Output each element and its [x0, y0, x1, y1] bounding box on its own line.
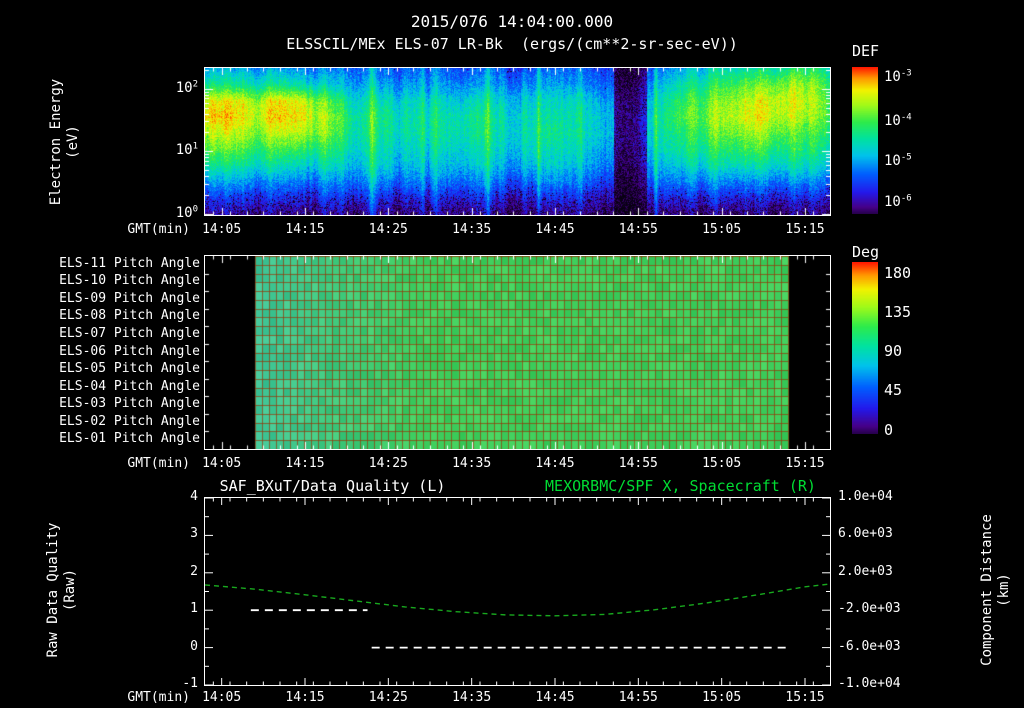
pitch-time-tick-label: 14:45: [535, 456, 575, 471]
pitch-time-tick-label: 15:15: [785, 456, 825, 471]
def-colorbar-tick-label: 10-3: [884, 68, 912, 85]
deg-colorbar-title: Deg: [852, 243, 880, 261]
distance-y-tick-label: 1.0e+04: [838, 489, 893, 504]
quality-y-tick-label: 4: [190, 489, 198, 504]
quality-time-tick-label: 14:55: [618, 690, 658, 705]
distance-y-tick-label: 6.0e+03: [838, 526, 893, 542]
def-colorbar-gradient: [852, 67, 878, 214]
pitch-row-label: ELS-09 Pitch Angle: [59, 290, 200, 306]
quality-distance-plot-area: [204, 497, 831, 686]
spectrogram-gmt-axis-label: GMT(min): [127, 222, 190, 237]
def-colorbar-tick-label: 10-6: [884, 192, 912, 210]
pitch-row-label: ELS-08 Pitch Angle: [59, 308, 200, 324]
spectrogram-time-tick-label: 14:55: [618, 222, 658, 237]
pitch-row-label: ELS-10 Pitch Angle: [59, 273, 200, 289]
quality-y-tick-label: 0: [190, 638, 198, 654]
els-science-data-display: 2015/076 14:04:00.000 ELSSCIL/MEx ELS-07…: [0, 0, 1024, 708]
quality-y-axis-label-line2: (Raw): [62, 568, 78, 612]
deg-colorbar-tick-label: 180: [884, 264, 912, 283]
pitch-time-tick-label: 14:05: [202, 456, 242, 471]
deg-colorbar-tick-label: 0: [884, 420, 894, 439]
distance-y-axis-label: Component Distance (km): [979, 480, 1013, 700]
distance-y-axis-label-line1: Component Distance: [979, 514, 995, 666]
quality-time-tick-label: 15:05: [702, 690, 742, 705]
quality-time-tick-label: 15:15: [785, 690, 825, 705]
spacecraft-series-title: MEXORBMC/SPF X, Spacecraft (R): [545, 477, 816, 495]
spectrogram-plot-area: [204, 67, 831, 216]
deg-colorbar-tick-label: 135: [884, 303, 912, 322]
pitch-angle-canvas: [205, 256, 830, 449]
pitch-row-label: ELS-04 Pitch Angle: [59, 378, 200, 394]
pitch-angle-plot-area: [204, 255, 831, 450]
pitch-row-label: ELS-03 Pitch Angle: [59, 396, 200, 412]
spectrogram-y-axis-label-line1: Electron Energy: [48, 78, 64, 206]
def-colorbar-tick-label: 10-5: [884, 152, 912, 170]
distance-y-tick-label: 2.0e+03: [838, 563, 893, 579]
timestamp-title: 2015/076 14:04:00.000: [410, 12, 614, 31]
distance-y-tick-label: -1.0e+04: [838, 676, 901, 691]
quality-y-tick-label: 2: [190, 563, 198, 579]
quality-distance-chart: [205, 498, 830, 685]
pitch-gmt-axis-label: GMT(min): [127, 456, 190, 471]
spectrogram-time-tick-label: 14:35: [452, 222, 492, 237]
pitch-row-label: ELS-02 Pitch Angle: [59, 413, 200, 429]
spectrogram-canvas: [205, 68, 830, 215]
spectrogram-time-tick-label: 15:15: [785, 222, 825, 237]
spectrogram-time-tick-label: 15:05: [702, 222, 742, 237]
pitch-row-label: ELS-07 Pitch Angle: [59, 325, 200, 341]
quality-time-tick-label: 14:15: [285, 690, 325, 705]
distance-y-tick-label: -6.0e+03: [838, 638, 901, 654]
spectrogram-time-tick-label: 14:15: [285, 222, 325, 237]
quality-time-tick-label: 14:45: [535, 690, 575, 705]
pitch-row-label: ELS-06 Pitch Angle: [59, 343, 200, 359]
quality-series-title: SAF_BXuT/Data Quality (L): [219, 477, 446, 495]
spectrogram-y-tick-label: 102: [175, 79, 198, 96]
pitch-row-label: ELS-05 Pitch Angle: [59, 361, 200, 377]
spectrogram-time-tick-label: 14:25: [368, 222, 408, 237]
deg-colorbar-gradient: [852, 262, 878, 434]
quality-y-tick-label: 3: [190, 526, 198, 542]
pitch-time-tick-label: 14:25: [368, 456, 408, 471]
pitch-row-label: ELS-11 Pitch Angle: [59, 255, 200, 271]
def-colorbar: [852, 67, 878, 214]
spectrogram-y-tick-label: 100: [175, 203, 198, 221]
deg-colorbar-tick-label: 45: [884, 381, 903, 400]
spectrogram-time-tick-label: 14:45: [535, 222, 575, 237]
quality-y-axis-label: Raw Data Quality (Raw): [45, 480, 79, 700]
pitch-time-tick-label: 14:55: [618, 456, 658, 471]
def-colorbar-tick-label: 10-4: [884, 112, 912, 130]
distance-y-axis-label-line2: (km): [996, 573, 1012, 607]
spectrogram-y-axis-label: Electron Energy (eV): [48, 32, 82, 252]
spectrogram-y-tick-label: 101: [175, 141, 198, 159]
quality-time-tick-label: 14:05: [202, 690, 242, 705]
quality-time-tick-label: 14:25: [368, 690, 408, 705]
quality-y-tick-label: -1: [182, 676, 198, 691]
pitch-time-tick-label: 14:15: [285, 456, 325, 471]
pitch-time-tick-label: 14:35: [452, 456, 492, 471]
spectrogram-time-tick-label: 14:05: [202, 222, 242, 237]
quality-y-axis-label-line1: Raw Data Quality: [45, 522, 61, 658]
deg-colorbar-tick-label: 90: [884, 342, 903, 361]
spectrogram-y-axis-label-line2: (eV): [65, 125, 81, 159]
quality-y-tick-label: 1: [190, 601, 198, 617]
distance-y-tick-label: -2.0e+03: [838, 601, 901, 617]
pitch-row-label: ELS-01 Pitch Angle: [59, 431, 200, 447]
quality-time-tick-label: 14:35: [452, 690, 492, 705]
pitch-time-tick-label: 15:05: [702, 456, 742, 471]
quality-gmt-axis-label: GMT(min): [127, 690, 190, 705]
def-colorbar-title: DEF: [852, 42, 880, 60]
deg-colorbar: [852, 262, 878, 434]
